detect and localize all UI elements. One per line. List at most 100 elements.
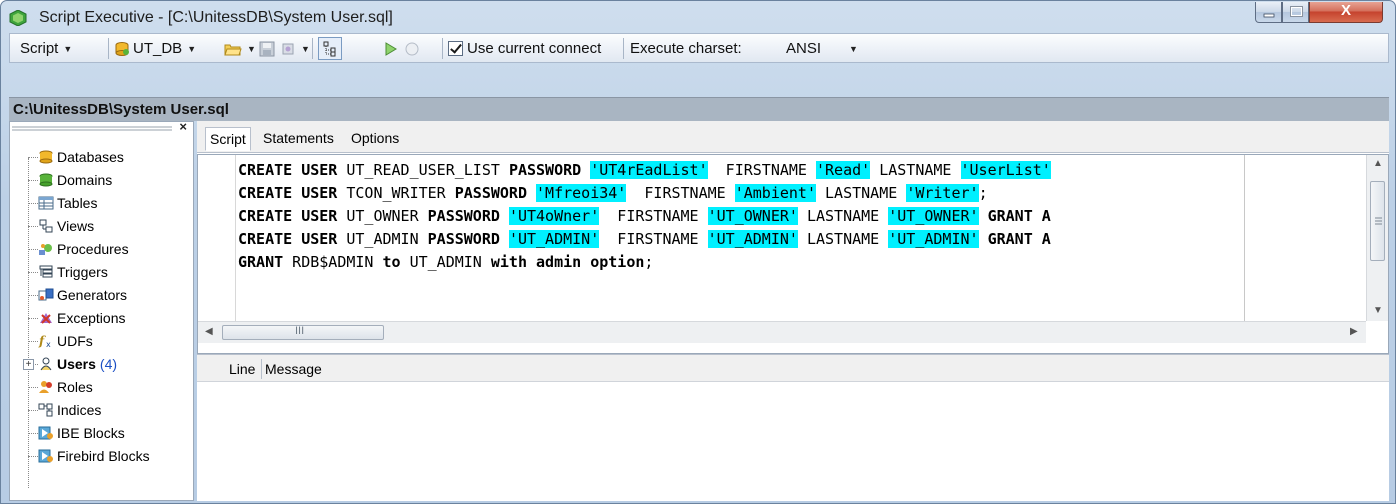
code-line: CREATE USER UT_READ_USER_LIST PASSWORD '… — [238, 159, 1060, 182]
tree-item-roles[interactable]: Roles — [38, 376, 93, 398]
tree-connector — [28, 433, 38, 434]
tree-item-databases[interactable]: Databases — [38, 146, 124, 168]
sql-keyword: PASSWORD — [427, 207, 500, 225]
close-button[interactable]: X — [1309, 2, 1383, 23]
tree-item-indices[interactable]: Indices — [38, 399, 101, 421]
database-icon — [115, 41, 129, 56]
sql-keyword: CREATE USER — [238, 161, 338, 179]
column-header-line[interactable]: Line — [229, 361, 255, 377]
sql-code[interactable]: CREATE USER UT_READ_USER_LIST PASSWORD '… — [238, 159, 1060, 274]
chevron-down-icon: ▼ — [247, 43, 256, 54]
tree-view-toggle[interactable] — [318, 37, 342, 60]
sql-keyword: CREATE USER — [238, 230, 338, 248]
tree-connector — [28, 410, 38, 411]
tree-item-triggers[interactable]: Triggers — [38, 261, 108, 283]
column-header-message[interactable]: Message — [265, 361, 322, 377]
view-icon — [38, 219, 54, 233]
tree-connector — [28, 295, 38, 296]
stop-button[interactable] — [404, 38, 420, 59]
sql-text: TCON_WRITER — [337, 184, 455, 202]
save-button[interactable] — [259, 38, 275, 59]
file-path: C:\UnitessDB\System User.sql — [13, 101, 229, 118]
expand-icon[interactable]: + — [23, 359, 34, 370]
sql-text: FIRSTNAME — [707, 161, 816, 179]
tree-item-procedures[interactable]: Procedures — [38, 238, 129, 260]
maximize-button[interactable] — [1282, 2, 1309, 23]
object-tree-panel: × Databases Domains Tables Views Procedures T… — [9, 119, 194, 501]
sql-string: 'UT4rEadList' — [590, 161, 708, 179]
panel-grip-icon — [12, 126, 172, 131]
sql-string: 'Ambient' — [734, 184, 816, 202]
tree-connector — [28, 387, 38, 388]
chevron-down-icon: ▼ — [301, 43, 310, 54]
vertical-scrollbar[interactable]: ▲ ▼ — [1366, 155, 1388, 321]
scroll-down-icon[interactable]: ▼ — [1373, 305, 1383, 316]
sql-text: FIRSTNAME — [599, 230, 708, 248]
sql-editor[interactable]: CREATE USER UT_READ_USER_LIST PASSWORD '… — [197, 154, 1389, 354]
open-button[interactable]: ▼ — [224, 38, 256, 59]
tree-item-tables[interactable]: Tables — [38, 192, 97, 214]
sql-text: FIRSTNAME — [626, 184, 735, 202]
message-grid — [197, 383, 1389, 501]
sql-string: 'UT_ADMIN' — [707, 230, 798, 248]
tab-statements[interactable]: Statements — [259, 127, 338, 151]
script-menu-label: Script — [20, 40, 59, 57]
tree-item-udfs[interactable]: f x UDFs — [38, 330, 93, 352]
tree-item-firebird-blocks[interactable]: Firebird Blocks — [38, 445, 150, 467]
exception-icon — [38, 311, 54, 325]
sql-keyword: PASSWORD — [427, 230, 500, 248]
window-title: Script Executive - [C:\UnitessDB\System … — [39, 9, 393, 26]
toolbar: Script ▼ UT_DB ▼ ▼ ▼ Use current connect… — [9, 33, 1389, 63]
right-margin-line — [1244, 155, 1245, 321]
horizontal-scroll-thumb[interactable]: III — [222, 325, 384, 340]
sql-string: 'Writer' — [906, 184, 979, 202]
tree-item-exceptions[interactable]: Exceptions — [38, 307, 125, 329]
minimize-button[interactable] — [1255, 2, 1282, 23]
vertical-scroll-thumb[interactable] — [1370, 181, 1385, 261]
title-bar[interactable]: Script Executive - [C:\UnitessDB\System … — [1, 1, 1395, 33]
sql-text: UT_READ_USER_LIST — [337, 161, 509, 179]
tree-item-label: Tables — [57, 195, 98, 211]
scroll-left-icon[interactable]: ◀ — [205, 326, 213, 337]
domain-icon — [38, 173, 54, 187]
tab-options[interactable]: Options — [347, 127, 403, 151]
tree-item-domains[interactable]: Domains — [38, 169, 112, 191]
tree-item-label: Procedures — [57, 241, 129, 257]
sql-keyword: CREATE USER — [238, 207, 338, 225]
sql-text: UT_ADMIN — [337, 230, 428, 248]
tree-item-views[interactable]: Views — [38, 215, 94, 237]
main-area: Script Statements Options CREATE USER UT… — [197, 121, 1389, 501]
chevron-down-icon: ▼ — [63, 43, 73, 54]
settings-button[interactable]: ▼ — [280, 38, 310, 59]
tree-connector — [28, 203, 38, 204]
save-icon — [259, 41, 275, 56]
tree-connector — [28, 456, 38, 457]
sql-string: 'UT_OWNER' — [888, 207, 979, 225]
tree-connector — [28, 341, 38, 342]
tree-item-users[interactable]: Users (4) — [38, 353, 117, 375]
tree-view-icon — [323, 41, 336, 56]
use-current-connection-checkbox[interactable]: Use current connect — [448, 38, 601, 59]
run-button[interactable] — [384, 38, 398, 59]
tree-connector — [28, 180, 38, 181]
tab-script[interactable]: Script — [205, 127, 251, 151]
tree-item-label: Firebird Blocks — [57, 448, 150, 464]
file-path-bar: C:\UnitessDB\System User.sql — [9, 97, 1389, 121]
database-select-button[interactable]: UT_DB ▼ — [114, 38, 196, 59]
sql-string: 'UT4oWner' — [508, 207, 600, 225]
scroll-right-icon[interactable]: ▶ — [1350, 326, 1358, 337]
tree-item-ibe-blocks[interactable]: IBE Blocks — [38, 422, 125, 444]
horizontal-scrollbar[interactable]: ◀ III ▶ — [198, 321, 1366, 343]
sql-keyword: PASSWORD — [508, 161, 582, 179]
charset-select[interactable]: ANSI ▼ — [786, 38, 890, 59]
editor-tabs: Script Statements Options — [197, 121, 1389, 153]
open-folder-icon — [224, 44, 242, 55]
script-menu-button[interactable]: Script ▼ — [20, 38, 72, 59]
grip-icon — [1375, 217, 1382, 225]
scroll-up-icon[interactable]: ▲ — [1373, 158, 1383, 169]
tree-item-generators[interactable]: Generators — [38, 284, 127, 306]
close-panel-icon[interactable]: × — [179, 119, 187, 134]
sql-keyword: GRANT — [238, 253, 284, 271]
